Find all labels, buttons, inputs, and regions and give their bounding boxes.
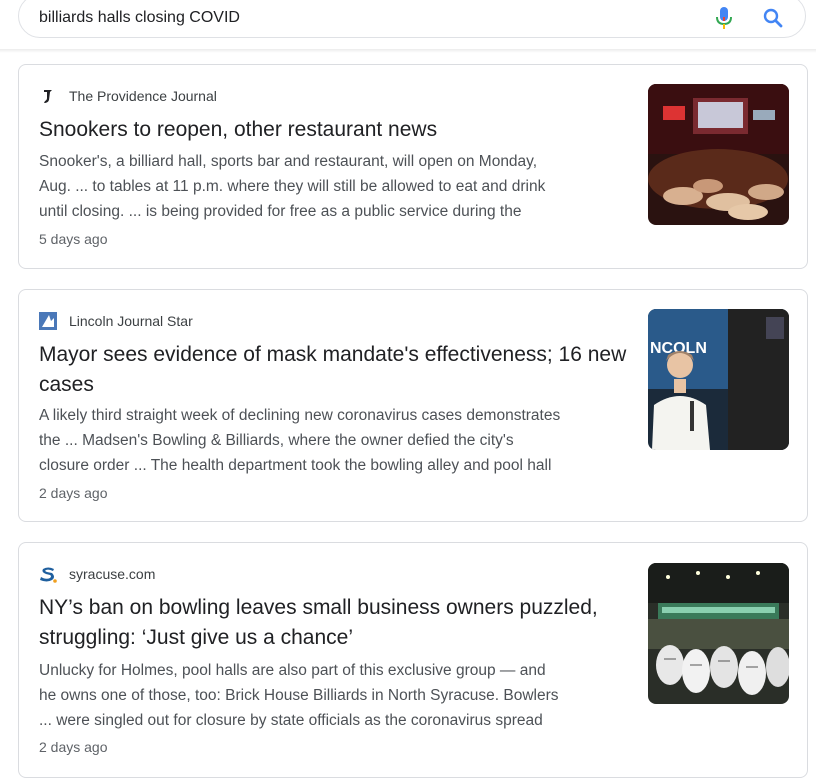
header-divider [0,49,816,53]
result-time: 5 days ago [39,231,108,247]
snippet-line: ... were singled out for closure by stat… [39,712,543,729]
result-title[interactable]: Snookers to reopen, other restaurant new… [39,115,629,145]
mic-icon[interactable] [713,5,735,31]
result-source: Lincoln Journal Star [39,311,193,331]
result-thumbnail[interactable] [648,563,789,704]
result-title[interactable]: NY’s ban on bowling leaves small busines… [39,593,609,653]
snippet-line: Aug. ... to tables at 11 p.m. where they… [39,178,546,195]
result-thumbnail[interactable]: NCOLN [648,309,789,450]
news-result-card[interactable]: The Providence Journal Snookers to reope… [18,64,808,269]
source-name: Lincoln Journal Star [69,313,193,329]
snippet-line: Unlucky for Holmes, pool halls are also … [39,662,546,679]
result-snippet: Snooker's, a billiard hall, sports bar a… [39,149,639,224]
result-thumbnail[interactable] [648,84,789,225]
snippet-line: he owns one of those, too: Brick House B… [39,687,559,704]
result-title[interactable]: Mayor sees evidence of mask mandate's ef… [39,340,629,400]
result-source: The Providence Journal [39,86,217,106]
providence-journal-logo-icon [44,90,52,103]
result-snippet: A likely third straight week of declinin… [39,403,639,478]
snippet-line: A likely third straight week of declinin… [39,407,561,424]
search-bar[interactable]: billiards halls closing COVID [18,0,806,38]
snippet-line: Snooker's, a billiard hall, sports bar a… [39,153,538,170]
news-result-card[interactable]: syracuse.com NY’s ban on bowling leaves … [18,542,808,778]
snippet-line: the ... Madsen's Bowling & Billiards, wh… [39,432,514,449]
snippet-line: closure order ... The health department … [39,457,552,474]
search-icon[interactable] [761,6,785,30]
source-name: The Providence Journal [69,88,217,104]
result-time: 2 days ago [39,485,108,501]
news-result-card[interactable]: Lincoln Journal Star Mayor sees evidence… [18,289,808,522]
syracuse-logo-icon [40,567,57,583]
result-time: 2 days ago [39,739,108,755]
snippet-line: until closing. ... is being provided for… [39,203,522,220]
search-input[interactable]: billiards halls closing COVID [39,9,240,27]
result-source: syracuse.com [39,564,155,584]
result-snippet: Unlucky for Holmes, pool halls are also … [39,658,639,733]
lincoln-journal-star-logo-icon [39,312,57,330]
source-name: syracuse.com [69,566,156,582]
